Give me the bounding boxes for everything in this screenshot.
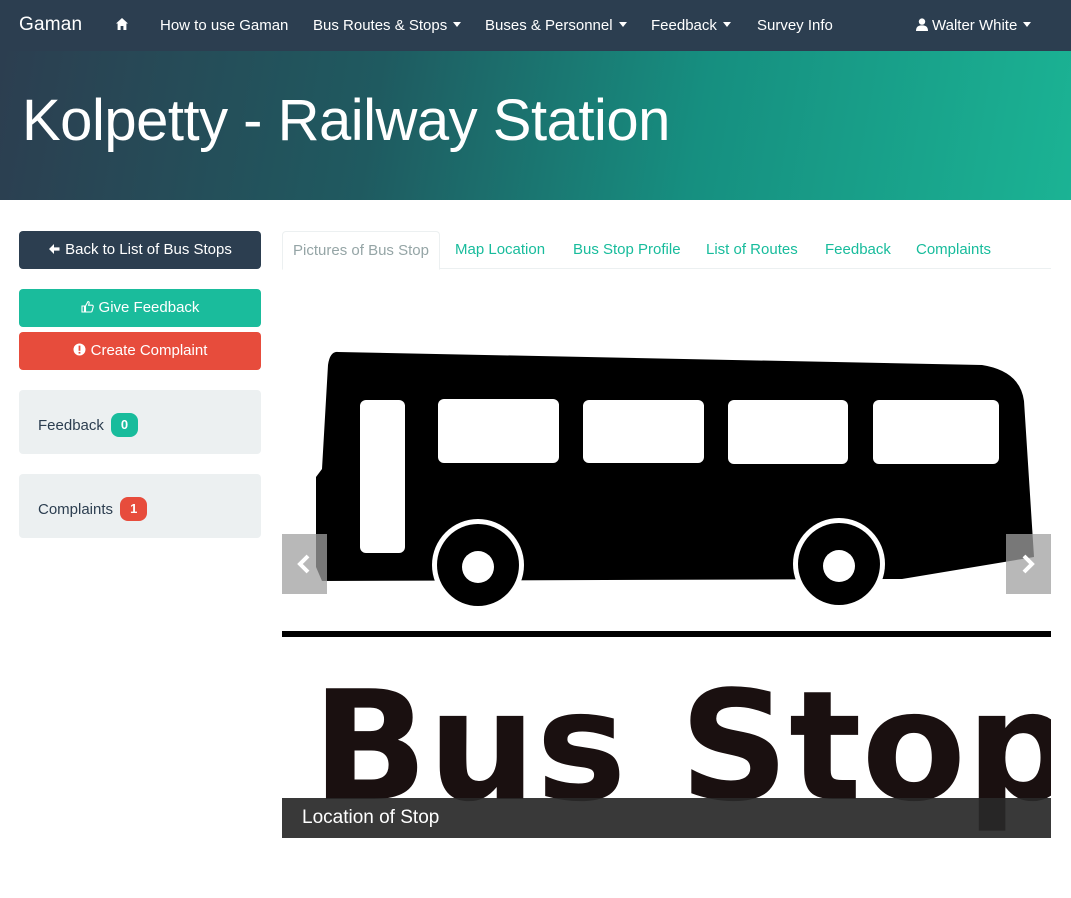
- nav-feedback[interactable]: Feedback: [651, 17, 731, 34]
- feedback-count-label: Feedback: [38, 417, 104, 434]
- bus-stop-sign-image: Bus Stop: [282, 319, 1051, 838]
- user-menu[interactable]: Walter White: [916, 17, 1032, 34]
- tab-feedback[interactable]: Feedback: [825, 231, 891, 269]
- exclamation-circle-icon: [73, 343, 86, 356]
- tab-pictures-of-bus-stop[interactable]: Pictures of Bus Stop: [282, 231, 440, 270]
- complaints-count-badge: 1: [120, 497, 148, 521]
- nav-buses-personnel-label: Buses & Personnel: [485, 17, 613, 34]
- chevron-down-icon: [453, 21, 462, 27]
- user-name: Walter White: [932, 17, 1018, 34]
- carousel-next-button[interactable]: [1006, 534, 1051, 594]
- nav-bus-routes-stops[interactable]: Bus Routes & Stops: [313, 17, 462, 34]
- nav-survey-info[interactable]: Survey Info: [757, 17, 833, 34]
- chevron-right-icon: [1022, 554, 1035, 574]
- arrow-left-icon: [49, 244, 60, 254]
- carousel-prev-button[interactable]: [282, 534, 327, 594]
- tab-bus-stop-profile[interactable]: Bus Stop Profile: [573, 231, 681, 269]
- nav-feedback-label: Feedback: [651, 17, 717, 34]
- tab-list-of-routes[interactable]: List of Routes: [706, 231, 798, 269]
- back-to-bus-stops-button[interactable]: Back to List of Bus Stops: [19, 231, 261, 269]
- tab-complaints[interactable]: Complaints: [916, 231, 991, 269]
- give-feedback-button[interactable]: Give Feedback: [19, 289, 261, 327]
- feedback-count-badge: 0: [111, 413, 139, 437]
- nav-how-to-use[interactable]: How to use Gaman: [160, 17, 288, 34]
- chevron-down-icon: [1023, 21, 1032, 27]
- complaints-count-panel: Complaints 1: [19, 474, 261, 538]
- bus-silhouette: [316, 351, 1034, 581]
- thumbs-up-icon: [80, 300, 94, 313]
- bus-stop-picture-carousel: Bus Stop Location of Stop: [282, 319, 1051, 838]
- chevron-down-icon: [618, 21, 627, 27]
- feedback-count-row[interactable]: Feedback 0: [38, 413, 139, 437]
- chevron-down-icon: [722, 21, 731, 27]
- home-icon[interactable]: [115, 17, 129, 31]
- feedback-count-panel: Feedback 0: [19, 390, 261, 454]
- bus-stop-tabs: Pictures of Bus Stop Map Location Bus St…: [282, 231, 1051, 270]
- page-title: Kolpetty - Railway Station: [22, 88, 670, 153]
- back-button-label: Back to List of Bus Stops: [65, 241, 232, 258]
- caption-text: Location of Stop: [302, 807, 440, 828]
- complaints-count-label: Complaints: [38, 501, 114, 518]
- create-complaint-label: Create Complaint: [90, 342, 208, 359]
- top-navbar: Gaman How to use Gaman Bus Routes & Stop…: [0, 0, 1071, 51]
- complaints-count-row[interactable]: Complaints 1: [38, 497, 148, 521]
- nav-bus-routes-stops-label: Bus Routes & Stops: [313, 17, 448, 34]
- tab-map-location[interactable]: Map Location: [455, 231, 545, 269]
- user-icon: [916, 18, 928, 31]
- chevron-left-icon: [297, 554, 310, 574]
- create-complaint-button[interactable]: Create Complaint: [19, 332, 261, 370]
- carousel-caption: Location of Stop: [282, 798, 1051, 838]
- give-feedback-label: Give Feedback: [98, 299, 200, 316]
- brand-logo[interactable]: Gaman: [19, 14, 82, 36]
- nav-buses-personnel[interactable]: Buses & Personnel: [485, 17, 627, 34]
- page-header-banner: Kolpetty - Railway Station: [0, 51, 1071, 200]
